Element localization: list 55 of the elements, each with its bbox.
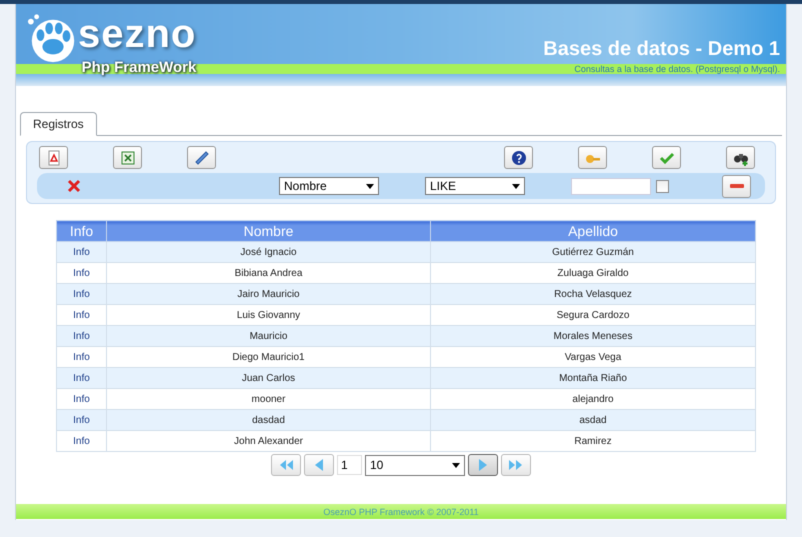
table-cell: Montaña Riaño [430, 368, 756, 388]
remove-filter-icon[interactable] [67, 179, 81, 193]
next-page-button[interactable] [468, 454, 498, 476]
table-cell: Jairo Mauricio [106, 284, 430, 304]
table-cell: Juan Carlos [106, 368, 430, 388]
double-right-arrow-icon [508, 459, 524, 471]
key-button[interactable] [578, 146, 607, 169]
right-arrow-icon [477, 458, 489, 472]
caret-icon [452, 462, 460, 468]
info-link[interactable]: Info [56, 410, 106, 430]
table-cell: Rocha Velasquez [430, 284, 756, 304]
logo-tagline: Php FrameWork [82, 60, 196, 76]
checkbox[interactable] [656, 180, 669, 192]
table-cell: dasdad [106, 410, 430, 430]
minus-icon [728, 182, 744, 190]
caret-icon [512, 184, 520, 188]
page-subtitle: Consultas a la base de datos. (Postgresql o Mysql). [574, 64, 781, 74]
ruler-button[interactable] [187, 146, 216, 169]
info-link[interactable]: Info [56, 430, 106, 452]
info-link[interactable]: Info [56, 284, 106, 304]
help-button[interactable] [504, 146, 533, 169]
binoculars-button[interactable] [726, 146, 755, 169]
remove-button[interactable] [722, 174, 751, 198]
page-title: Bases de datos - Demo 1 [543, 38, 780, 60]
excel-button[interactable] [113, 146, 142, 169]
tab[interactable]: Registros [20, 112, 97, 136]
last-page-button[interactable] [501, 454, 531, 476]
caret-icon [366, 184, 374, 188]
info-link[interactable]: Info [56, 326, 106, 346]
page-number-field[interactable]: 1 [337, 455, 362, 475]
previous-page-button[interactable] [304, 454, 334, 476]
table-cell: asdad [430, 410, 756, 430]
logo-wordmark: sezno [78, 12, 196, 56]
field-dropdown[interactable]: Nombre [279, 177, 379, 195]
check-button[interactable] [652, 146, 681, 169]
operator-dropdown[interactable]: LIKE [425, 177, 525, 195]
left-arrow-icon [313, 458, 325, 472]
table-cell: John Alexander [106, 430, 430, 452]
table-cell: Morales Meneses [430, 326, 756, 346]
double-left-arrow-icon [278, 459, 294, 471]
page-size-dropdown[interactable]: 10 [365, 454, 465, 476]
ruler-icon [194, 150, 210, 166]
pdf-button[interactable] [39, 146, 68, 169]
pdf-icon [46, 150, 62, 166]
table-cell: José Ignacio [106, 242, 430, 262]
table-cell: Gutiérrez Guzmán [430, 242, 756, 262]
filter-value-field[interactable] [571, 178, 651, 194]
table-cell: Ramirez [430, 430, 756, 452]
help-icon [510, 150, 526, 166]
first-page-button[interactable] [271, 454, 301, 476]
table-cell: Mauricio [106, 326, 430, 346]
info-link[interactable]: Info [56, 368, 106, 388]
excel-icon [120, 150, 136, 166]
info-link[interactable]: Info [56, 242, 106, 262]
copyright-text: OseznO PHP Framework © 2007-2011 [323, 506, 479, 516]
